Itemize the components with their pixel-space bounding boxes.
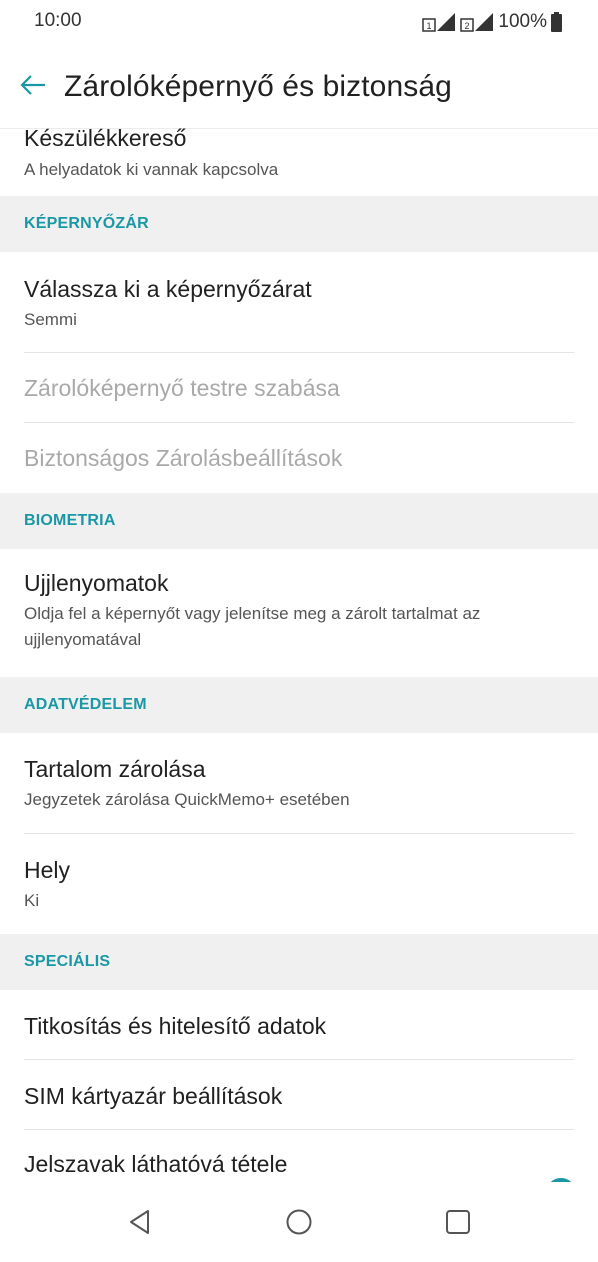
content-lock-summary: Jegyzetek zárolása QuickMemo+ esetében (24, 790, 350, 809)
sim-lock-item[interactable]: SIM kártyazár beállítások (0, 1060, 598, 1130)
select-screen-lock-item[interactable]: Válassza ki a képernyőzárat Semmi (0, 252, 598, 353)
content-lock-title: Tartalom zárolása (24, 756, 206, 782)
select-screen-lock-summary: Semmi (24, 310, 77, 329)
battery-percent: 100% (498, 11, 547, 32)
customize-lock-screen-title: Zárolóképernyő testre szabása (24, 375, 340, 401)
customize-lock-screen-item[interactable]: Zárolóképernyő testre szabása (0, 353, 598, 423)
navigation-bar (0, 1182, 598, 1262)
encryption-item[interactable]: Titkosítás és hitelesítő adatok (0, 990, 598, 1060)
svg-text:2: 2 (465, 21, 470, 31)
secure-lock-settings-title: Biztonságos Zárolásbeállítások (24, 445, 343, 471)
home-circle-icon (286, 1209, 312, 1235)
fingerprints-summary: Oldja fel a képernyőt vagy jelenítse meg… (24, 604, 481, 649)
settings-list[interactable]: Készülékkereső A helyadatok ki vannak ka… (0, 128, 598, 1182)
device-finder-item[interactable]: Készülékkereső A helyadatok ki vannak ka… (0, 128, 598, 196)
section-header-screen-lock: KÉPERNYŐZÁR (0, 196, 598, 252)
app-bar: Zárolóképernyő és biztonság (0, 44, 598, 129)
fingerprints-item[interactable]: Ujjlenyomatok Oldja fel a képernyőt vagy… (0, 549, 598, 677)
location-item[interactable]: Hely Ki (0, 834, 598, 934)
sim-lock-title: SIM kártyazár beállítások (24, 1083, 283, 1109)
section-header-privacy: ADATVÉDELEM (0, 677, 598, 733)
content-lock-item[interactable]: Tartalom zárolása Jegyzetek zárolása Qui… (0, 733, 598, 834)
show-passwords-item[interactable]: Jelszavak láthatóvá tétele (0, 1130, 598, 1182)
sim2-signal-icon: 2 (460, 13, 494, 32)
arrow-left-icon (20, 75, 45, 95)
status-icons: 1 2 100% (422, 10, 562, 34)
fingerprints-title: Ujjlenyomatok (24, 570, 169, 596)
location-summary: Ki (24, 891, 40, 910)
page-title: Zárolóképernyő és biztonság (64, 70, 452, 103)
section-header-special: SPECIÁLIS (0, 934, 598, 990)
back-triangle-icon (130, 1210, 149, 1234)
sim1-signal-icon: 1 (422, 13, 456, 32)
section-header-biometrics: BIOMETRIA (0, 493, 598, 549)
nav-recents-button[interactable] (434, 1198, 482, 1246)
nav-back-button[interactable] (116, 1198, 164, 1246)
recents-square-icon (446, 1210, 470, 1234)
location-title: Hely (24, 857, 71, 883)
device-finder-title: Készülékkereső (24, 128, 187, 151)
svg-text:1: 1 (427, 21, 432, 31)
back-button[interactable] (16, 68, 50, 102)
status-time: 10:00 (34, 10, 82, 31)
secure-lock-settings-item[interactable]: Biztonságos Zárolásbeállítások (0, 423, 598, 493)
device-finder-summary: A helyadatok ki vannak kapcsolva (24, 160, 279, 179)
encryption-title: Titkosítás és hitelesítő adatok (24, 1013, 327, 1039)
nav-home-button[interactable] (275, 1198, 323, 1246)
status-bar: 10:00 1 2 100% (0, 0, 598, 44)
show-passwords-title: Jelszavak láthatóvá tétele (24, 1151, 288, 1177)
battery-icon (551, 12, 562, 32)
select-screen-lock-title: Válassza ki a képernyőzárat (24, 276, 312, 302)
